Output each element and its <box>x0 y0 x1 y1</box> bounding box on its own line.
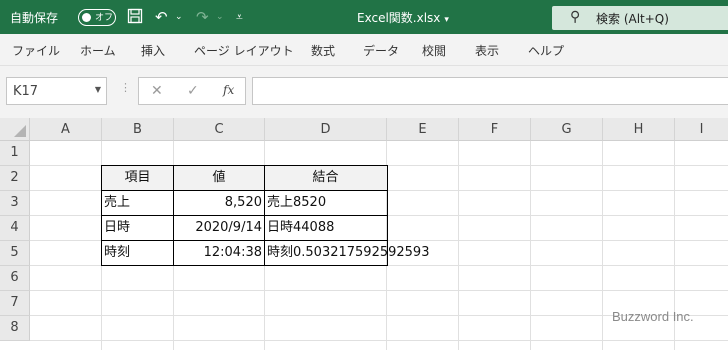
row-header-1[interactable]: 1 <box>0 141 30 166</box>
tab-page-layout[interactable]: ページ レイアウト <box>194 42 294 59</box>
undo-icon[interactable]: ↶ <box>155 8 168 26</box>
cancel-icon[interactable]: ✕ <box>151 83 163 99</box>
ribbon-tabs: ファイル ホーム 挿入 ページ レイアウト 数式 データ 校閲 表示 ヘルプ <box>0 34 728 66</box>
file-name-text: Excel関数.xlsx <box>357 11 441 25</box>
table-cell[interactable]: 2020/9/14 <box>174 216 264 241</box>
name-box-value: K17 <box>13 84 39 99</box>
select-all-button[interactable] <box>0 118 30 141</box>
table-cell[interactable]: 時刻 <box>102 241 173 266</box>
chevron-down-icon: ▾ <box>444 15 449 25</box>
tab-home[interactable]: ホーム <box>80 42 116 59</box>
table-cell[interactable]: 売上 <box>102 191 173 216</box>
tab-view[interactable]: 表示 <box>475 42 499 59</box>
column-header-c[interactable]: C <box>174 118 265 141</box>
table-cell[interactable]: 日時 <box>102 216 173 241</box>
column-header-d[interactable]: D <box>265 118 387 141</box>
tab-review[interactable]: 校閲 <box>422 42 446 59</box>
table-header-cell[interactable]: 値 <box>174 166 264 191</box>
gridline <box>602 141 603 350</box>
column-header-b[interactable]: B <box>102 118 174 141</box>
table-cell[interactable]: 8,520 <box>174 191 264 216</box>
file-name[interactable]: Excel関数.xlsx ▾ <box>357 9 449 26</box>
search-box[interactable]: ⚲ 検索 (Alt+Q) <box>552 6 728 30</box>
table-header-cell[interactable]: 結合 <box>265 166 386 191</box>
search-label: 検索 (Alt+Q) <box>596 12 669 26</box>
tab-file[interactable]: ファイル <box>12 42 60 59</box>
table-header-cell[interactable]: 項目 <box>102 166 173 191</box>
row-header-5[interactable]: 5 <box>0 241 30 266</box>
column-header-f[interactable]: F <box>459 118 531 141</box>
search-icon: ⚲ <box>570 9 581 25</box>
row-header-3[interactable]: 3 <box>0 191 30 216</box>
gridline <box>30 340 728 341</box>
table-cell[interactable]: 時刻0.503217592592593 <box>265 241 431 266</box>
row-header-2[interactable]: 2 <box>0 166 30 191</box>
row-header-4[interactable]: 4 <box>0 216 30 241</box>
column-header-a[interactable]: A <box>30 118 102 141</box>
enter-icon[interactable]: ✓ <box>187 83 199 99</box>
redo-icon[interactable]: ↷ <box>196 8 209 26</box>
gridline <box>30 290 728 291</box>
table-cell[interactable]: 12:04:38 <box>174 241 264 266</box>
column-header-e[interactable]: E <box>387 118 459 141</box>
redo-dropdown-icon[interactable]: ⌄ <box>216 8 224 26</box>
chevron-down-icon[interactable]: ▼ <box>95 85 101 94</box>
formula-bar: K17 ▼ ⋮ ✕ ✓ fx <box>0 66 728 118</box>
row-header-7[interactable]: 7 <box>0 291 30 316</box>
autosave-label: 自動保存 <box>10 11 59 25</box>
insert-function-icon[interactable]: fx <box>223 83 234 97</box>
formula-buttons: ✕ ✓ fx <box>138 77 246 105</box>
column-header-h[interactable]: H <box>603 118 675 141</box>
undo-dropdown-icon[interactable]: ⌄ <box>175 8 183 26</box>
table-cell[interactable]: 日時44088 <box>265 216 336 241</box>
toggle-knob <box>82 12 91 22</box>
title-bar: 自動保存 オフ ↶ ⌄ ↷ ⌄ ⩡ Excel関数.xlsx ▾ ⚲ 検索 (Al… <box>0 0 728 34</box>
tab-insert[interactable]: 挿入 <box>141 42 165 59</box>
gridline <box>458 141 459 350</box>
watermark-text: Buzzword Inc. <box>612 309 694 324</box>
column-header-g[interactable]: G <box>531 118 603 141</box>
tab-help[interactable]: ヘルプ <box>528 42 564 59</box>
save-icon[interactable] <box>127 8 143 28</box>
splitter-handle-icon[interactable]: ⋮ <box>120 81 131 94</box>
tab-data[interactable]: データ <box>363 42 399 59</box>
autosave-state: オフ <box>95 13 114 23</box>
select-all-icon <box>14 125 26 137</box>
formula-input[interactable] <box>252 77 728 105</box>
autosave-toggle[interactable]: オフ <box>78 9 116 26</box>
row-header-8[interactable]: 8 <box>0 316 30 341</box>
column-header-i[interactable]: I <box>675 118 728 141</box>
tab-formulas[interactable]: 数式 <box>311 42 335 59</box>
gridline <box>530 141 531 350</box>
table-cell[interactable]: 売上8520 <box>265 191 328 216</box>
name-box[interactable]: K17 ▼ <box>6 77 107 105</box>
customize-toolbar-icon[interactable]: ⩡ <box>236 8 243 26</box>
row-header-6[interactable]: 6 <box>0 266 30 291</box>
